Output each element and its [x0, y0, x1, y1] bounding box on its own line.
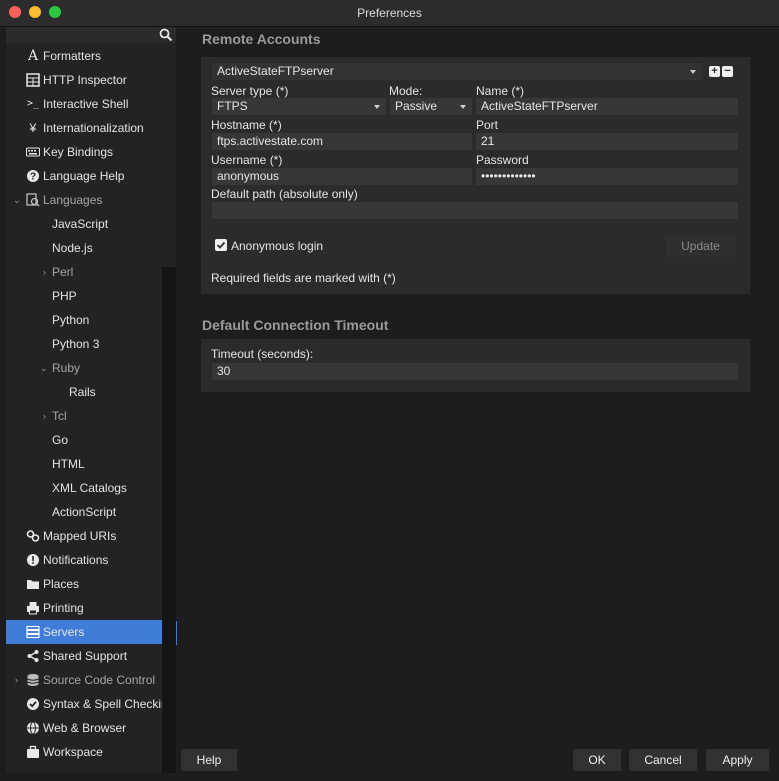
chevron-down-icon	[460, 105, 466, 109]
formatter-icon: A	[27, 48, 39, 64]
anonymous-login-label: Anonymous login	[231, 239, 324, 253]
share-icon	[26, 649, 40, 663]
port-field[interactable]: 21	[476, 133, 738, 150]
sidebar-item-languages[interactable]: ⌄ Languages	[6, 188, 162, 212]
anonymous-login-checkbox[interactable]	[215, 239, 227, 251]
svg-text:?: ?	[30, 172, 36, 183]
default-path-label: Default path (absolute only)	[211, 187, 358, 201]
sidebar-item-notifications[interactable]: Notifications	[6, 548, 162, 572]
sidebar-item-web-browser[interactable]: Web & Browser	[6, 716, 162, 740]
sidebar-item-python3[interactable]: Python 3	[6, 332, 162, 356]
server-type-label: Server type (*)	[211, 84, 289, 98]
sidebar-item-source-code-control[interactable]: › Source Code Control	[6, 668, 162, 692]
remove-account-button[interactable]: −	[722, 66, 733, 77]
http-inspector-icon	[26, 73, 40, 87]
sidebar-item-tcl[interactable]: › Tcl	[6, 404, 162, 428]
apply-button[interactable]: Apply	[706, 749, 769, 771]
required-fields-note: Required fields are marked with (*)	[211, 271, 396, 285]
hostname-field[interactable]: ftps.activestate.com	[212, 133, 472, 150]
sidebar-item-language-help[interactable]: ? Language Help	[6, 164, 162, 188]
port-label: Port	[476, 118, 499, 132]
name-field[interactable]: ActiveStateFTPserver	[476, 98, 738, 115]
username-field[interactable]: anonymous	[212, 168, 472, 185]
account-select[interactable]: ActiveStateFTPserver	[212, 63, 702, 80]
timeout-panel: Timeout (seconds): 30	[201, 339, 750, 392]
checkmark-icon	[216, 241, 226, 249]
chevron-right-icon[interactable]: ›	[43, 260, 46, 284]
sidebar-item-workspace[interactable]: Workspace	[6, 740, 162, 764]
chevron-down-icon	[374, 105, 380, 109]
languages-icon	[26, 193, 40, 207]
chevron-right-icon[interactable]: ›	[15, 668, 18, 692]
sidebar-item-html[interactable]: HTML	[6, 452, 162, 476]
globe-icon	[26, 721, 40, 735]
sidebar-item-xml-catalogs[interactable]: XML Catalogs	[6, 476, 162, 500]
sidebar-item-formatters[interactable]: A Formatters	[6, 44, 162, 68]
sidebar-item-go[interactable]: Go	[6, 428, 162, 452]
search-icon[interactable]	[159, 28, 173, 42]
printer-icon	[26, 601, 40, 615]
sidebar-item-python[interactable]: Python	[6, 308, 162, 332]
shell-prompt-icon: >_	[26, 98, 40, 109]
title-bar: Preferences	[0, 0, 779, 27]
sidebar-item-php[interactable]: PHP	[6, 284, 162, 308]
sidebar-item-javascript[interactable]: JavaScript	[6, 212, 162, 236]
help-button[interactable]: Help	[181, 749, 237, 771]
window-title: Preferences	[357, 6, 422, 20]
remote-accounts-panel: ActiveStateFTPserver + − Server type (*)…	[201, 57, 750, 294]
sidebar-item-http-inspector[interactable]: HTTP Inspector	[6, 68, 162, 92]
check-circle-icon	[26, 697, 40, 711]
timeout-field[interactable]: 30	[212, 363, 738, 380]
sidebar-item-shared-support[interactable]: Shared Support	[6, 644, 162, 668]
sidebar-item-interactive-shell[interactable]: >_ Interactive Shell	[6, 92, 162, 116]
database-icon	[26, 673, 40, 687]
sidebar-item-rails[interactable]: Rails	[6, 380, 162, 404]
servers-icon	[26, 625, 40, 639]
briefcase-icon	[26, 745, 40, 759]
chevron-down-icon[interactable]: ⌄	[13, 188, 21, 212]
category-sidebar: A Formatters HTTP Inspector >_ Interacti…	[6, 27, 176, 773]
hostname-label: Hostname (*)	[211, 118, 282, 132]
timeout-label: Timeout (seconds):	[211, 347, 314, 361]
preferences-content: Remote Accounts ActiveStateFTPserver + −…	[177, 27, 779, 781]
chevron-down-icon	[690, 70, 696, 74]
password-field[interactable]: •••••••••••••	[476, 168, 738, 185]
add-account-button[interactable]: +	[709, 66, 720, 77]
password-label: Password	[476, 153, 529, 167]
sidebar-item-perl[interactable]: › Perl	[6, 260, 162, 284]
keyboard-icon	[26, 145, 40, 159]
default-path-field[interactable]	[212, 202, 738, 219]
cancel-button[interactable]: Cancel	[629, 749, 697, 771]
ok-button[interactable]: OK	[573, 749, 621, 771]
username-label: Username (*)	[211, 153, 283, 167]
update-button[interactable]: Update	[665, 235, 736, 257]
chevron-right-icon[interactable]: ›	[43, 404, 46, 428]
category-search-input[interactable]	[6, 27, 176, 43]
server-type-select[interactable]: FTPS	[212, 98, 386, 115]
help-icon: ?	[26, 169, 40, 183]
sidebar-item-nodejs[interactable]: Node.js	[6, 236, 162, 260]
notification-icon	[26, 553, 40, 567]
sidebar-item-key-bindings[interactable]: Key Bindings	[6, 140, 162, 164]
mode-label: Mode:	[389, 84, 423, 98]
link-icon	[26, 529, 40, 543]
name-label: Name (*)	[476, 84, 525, 98]
sidebar-scrollbar[interactable]	[162, 267, 176, 773]
sidebar-item-printing[interactable]: Printing	[6, 596, 162, 620]
mode-select[interactable]: Passive	[390, 98, 472, 115]
sidebar-item-internationalization[interactable]: ¥ Internationalization	[6, 116, 162, 140]
folder-icon	[26, 577, 40, 591]
sidebar-item-actionscript[interactable]: ActionScript	[6, 500, 162, 524]
sidebar-item-syntax-spell-checking[interactable]: Syntax & Spell Checking	[6, 692, 162, 716]
remote-accounts-title: Remote Accounts	[202, 31, 321, 47]
chevron-down-icon[interactable]: ⌄	[40, 356, 48, 380]
sidebar-item-servers[interactable]: Servers	[6, 620, 176, 644]
sidebar-item-ruby[interactable]: ⌄ Ruby	[6, 356, 162, 380]
yen-icon: ¥	[29, 121, 37, 135]
sidebar-item-mapped-uris[interactable]: Mapped URIs	[6, 524, 162, 548]
timeout-title: Default Connection Timeout	[202, 317, 389, 333]
sidebar-item-places[interactable]: Places	[6, 572, 162, 596]
